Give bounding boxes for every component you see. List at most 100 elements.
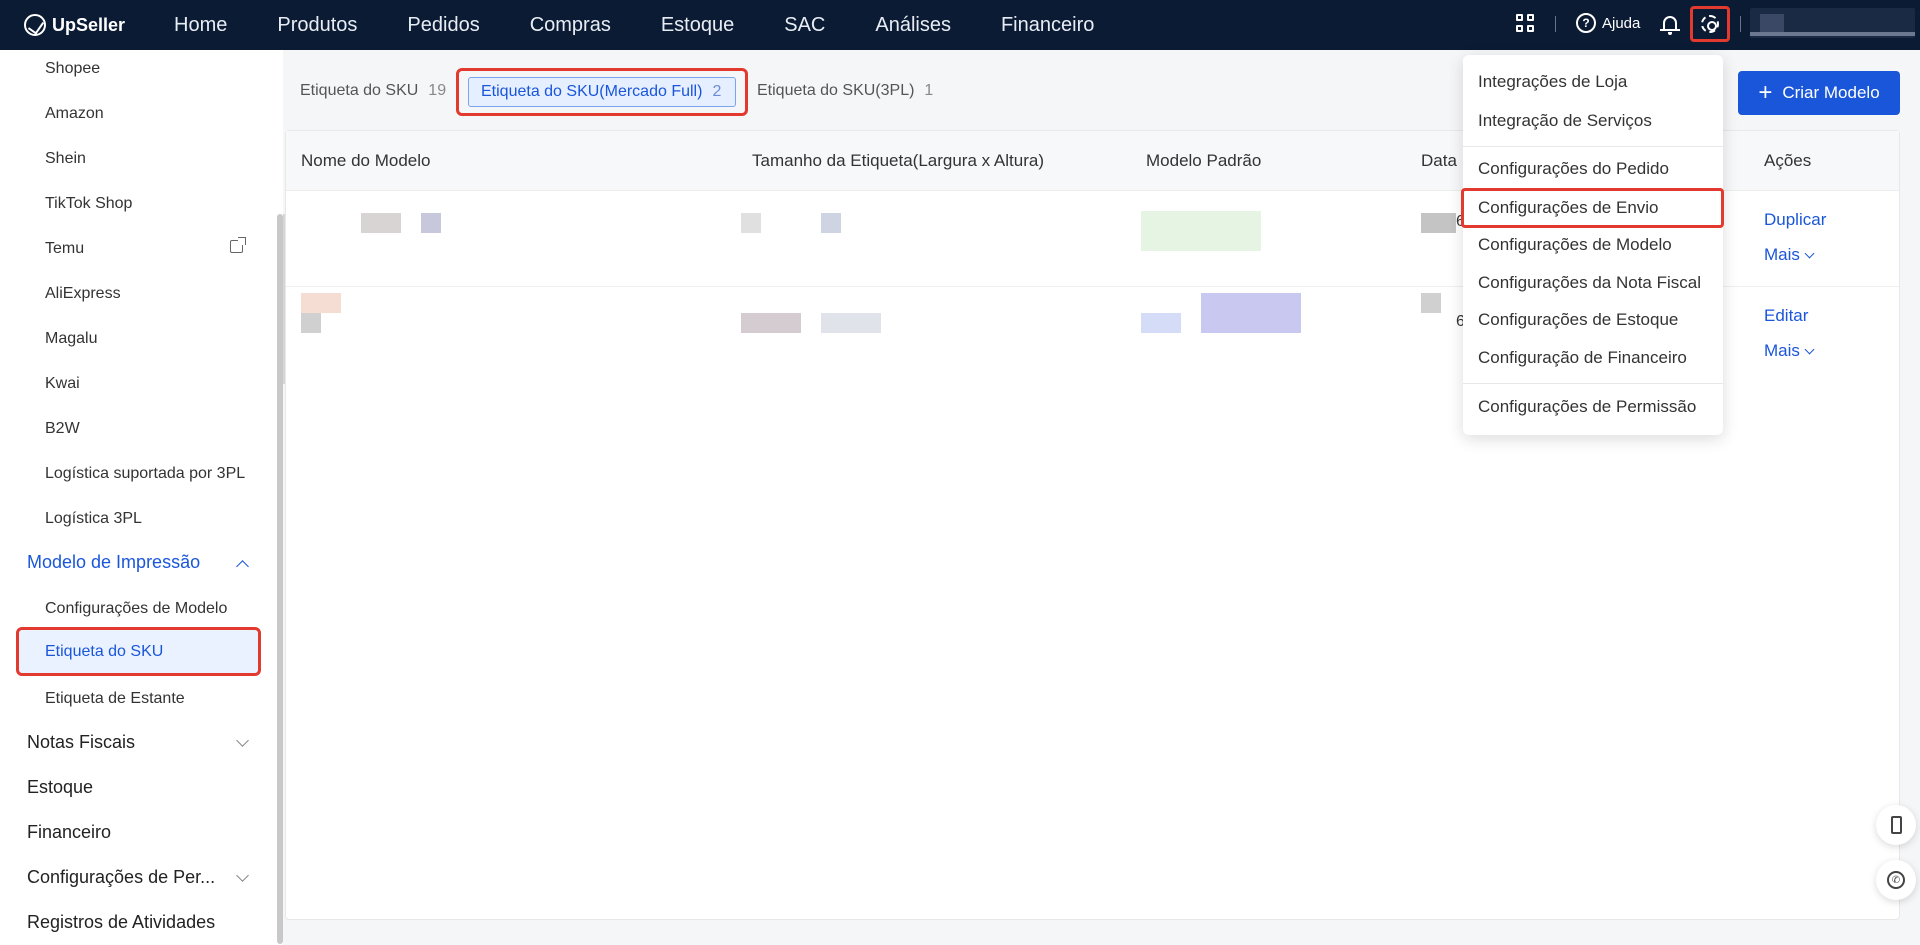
- sidebar-group-config-permissao[interactable]: Configurações de Per...: [27, 867, 215, 888]
- phone-icon: [1890, 816, 1902, 834]
- blurred-size: [741, 313, 801, 333]
- sidebar-item-shopee[interactable]: Shopee: [45, 60, 100, 78]
- menu-item-config-pedido[interactable]: Configurações do Pedido: [1478, 159, 1669, 179]
- sidebar-group-registros[interactable]: Registros de Atividades: [27, 912, 215, 933]
- plus-icon: +: [1758, 79, 1773, 106]
- sidebar-group-financeiro[interactable]: Financeiro: [27, 822, 111, 843]
- blurred-date: [1421, 213, 1456, 233]
- chevron-down-icon: [236, 869, 249, 882]
- gear-icon: [1701, 15, 1719, 33]
- blurred-size: [821, 213, 841, 233]
- sidebar-item-temu[interactable]: Temu: [45, 240, 84, 258]
- divider: [1555, 16, 1556, 32]
- whatsapp-button[interactable]: ✆: [1876, 860, 1916, 900]
- help-button[interactable]: ? Ajuda: [1576, 13, 1640, 33]
- tab-label: Etiqueta do SKU(Mercado Full): [481, 83, 703, 100]
- sidebar-group-estoque[interactable]: Estoque: [27, 777, 93, 798]
- col-tamanho-etiqueta: Tamanho da Etiqueta(Largura x Altura): [752, 151, 1045, 170]
- col-nome-modelo: Nome do Modelo: [301, 151, 431, 170]
- tab-label: Etiqueta do SKU: [300, 82, 419, 99]
- create-template-button[interactable]: + Criar Modelo: [1738, 71, 1900, 115]
- main-nav: Home Produtos Pedidos Compras Estoque SA…: [174, 14, 1144, 37]
- nav-analises[interactable]: Análises: [875, 14, 951, 37]
- blurred-name: [421, 213, 441, 233]
- sidebar-item-tiktok[interactable]: TikTok Shop: [45, 195, 132, 213]
- edit-link[interactable]: Editar: [1764, 306, 1808, 326]
- menu-item-integracoes-loja[interactable]: Integrações de Loja: [1478, 72, 1627, 92]
- blurred-date: [1421, 293, 1441, 313]
- menu-item-config-financeiro[interactable]: Configuração de Financeiro: [1478, 348, 1687, 368]
- blurred-name: [301, 313, 321, 333]
- nav-produtos[interactable]: Produtos: [277, 14, 357, 37]
- divider: [1740, 16, 1741, 32]
- external-link-icon[interactable]: [230, 237, 246, 253]
- nav-financeiro[interactable]: Financeiro: [1001, 14, 1094, 37]
- nav-compras[interactable]: Compras: [530, 14, 611, 37]
- tab-count: 19: [428, 82, 447, 99]
- whatsapp-icon: ✆: [1887, 871, 1905, 889]
- sidebar-group-modelo-impressao[interactable]: Modelo de Impressão: [27, 552, 200, 573]
- logo-text: UpSeller: [52, 14, 126, 35]
- more-dropdown[interactable]: Mais: [1764, 245, 1815, 265]
- tab-active-highlight: Etiqueta do SKU(Mercado Full) 2: [456, 68, 748, 116]
- sidebar-group-notas-fiscais[interactable]: Notas Fiscais: [27, 732, 135, 753]
- sidebar-item-logistica-3pl[interactable]: Logística 3PL: [45, 510, 142, 528]
- sidebar-item-etiqueta-estante[interactable]: Etiqueta de Estante: [45, 690, 185, 708]
- sidebar-item-amazon[interactable]: Amazon: [45, 105, 104, 123]
- duplicate-link[interactable]: Duplicar: [1764, 210, 1826, 230]
- menu-item-config-modelo[interactable]: Configurações de Modelo: [1478, 235, 1672, 255]
- col-acoes: Ações: [1764, 151, 1812, 170]
- apps-grid-icon[interactable]: [1516, 14, 1536, 34]
- settings-button[interactable]: [1690, 6, 1730, 42]
- chevron-up-icon: [236, 560, 249, 573]
- blurred-size: [821, 313, 881, 333]
- settings-dropdown-menu: Integrações de Loja Integração de Serviç…: [1461, 55, 1724, 435]
- sidebar-item-magalu[interactable]: Magalu: [45, 330, 97, 348]
- tab-count: 2: [712, 83, 722, 100]
- nav-pedidos[interactable]: Pedidos: [407, 14, 479, 37]
- tab-etiqueta-sku-3pl[interactable]: Etiqueta do SKU(3PL) 1: [757, 82, 933, 100]
- upseller-logo[interactable]: UpSeller: [24, 14, 154, 36]
- help-label: Ajuda: [1602, 14, 1641, 32]
- logo-icon: [24, 14, 46, 36]
- blurred-default-model: [1141, 313, 1181, 333]
- sidebar-item-shein[interactable]: Shein: [45, 150, 86, 168]
- sidebar-item-3pl-supported[interactable]: Logística suportada por 3PL: [45, 465, 245, 483]
- tab-etiqueta-sku-mercado-full[interactable]: Etiqueta do SKU(Mercado Full) 2: [468, 77, 736, 107]
- sidebar-item-label: Etiqueta do SKU: [45, 643, 164, 660]
- nav-sac[interactable]: SAC: [784, 14, 825, 37]
- nav-home[interactable]: Home: [174, 14, 227, 37]
- sidebar: Shopee Amazon Shein TikTok Shop Temu Ali…: [0, 50, 283, 945]
- tab-etiqueta-sku[interactable]: Etiqueta do SKU 19: [300, 82, 446, 100]
- more-label: Mais: [1764, 341, 1800, 360]
- sidebar-item-config-modelo[interactable]: Configurações de Modelo: [45, 600, 227, 618]
- col-data: Data: [1421, 151, 1457, 170]
- nav-estoque[interactable]: Estoque: [661, 14, 734, 37]
- blurred-name: [361, 213, 401, 233]
- sidebar-item-aliexpress[interactable]: AliExpress: [45, 285, 121, 303]
- blurred-default-model: [1201, 293, 1301, 333]
- tab-label: Etiqueta do SKU(3PL): [757, 82, 915, 99]
- user-account-bar: [1750, 32, 1915, 36]
- col-modelo-padrao: Modelo Padrão: [1146, 151, 1262, 170]
- create-template-label: Criar Modelo: [1782, 83, 1880, 102]
- menu-item-config-envio[interactable]: Configurações de Envio: [1478, 198, 1659, 218]
- blurred-size: [741, 213, 761, 233]
- blurred-default-model: [1141, 211, 1261, 251]
- menu-item-config-nota-fiscal[interactable]: Configurações da Nota Fiscal: [1478, 273, 1701, 293]
- menu-item-integracao-servicos[interactable]: Integração de Serviços: [1478, 111, 1652, 131]
- chevron-down-icon: [236, 734, 249, 747]
- more-dropdown[interactable]: Mais: [1764, 341, 1815, 361]
- menu-divider: [1463, 383, 1723, 384]
- tab-count: 1: [924, 82, 934, 99]
- mobile-app-button[interactable]: [1876, 805, 1916, 845]
- menu-item-config-permissao[interactable]: Configurações de Permissão: [1478, 397, 1696, 417]
- menu-item-config-estoque[interactable]: Configurações de Estoque: [1478, 310, 1678, 330]
- bell-icon[interactable]: [1660, 14, 1680, 36]
- more-label: Mais: [1764, 245, 1800, 264]
- chevron-down-icon: [1804, 248, 1815, 258]
- chevron-down-icon: [1804, 344, 1815, 354]
- sidebar-item-etiqueta-sku[interactable]: Etiqueta do SKU: [16, 627, 261, 676]
- sidebar-item-kwai[interactable]: Kwai: [45, 375, 80, 393]
- sidebar-item-b2w[interactable]: B2W: [45, 420, 80, 438]
